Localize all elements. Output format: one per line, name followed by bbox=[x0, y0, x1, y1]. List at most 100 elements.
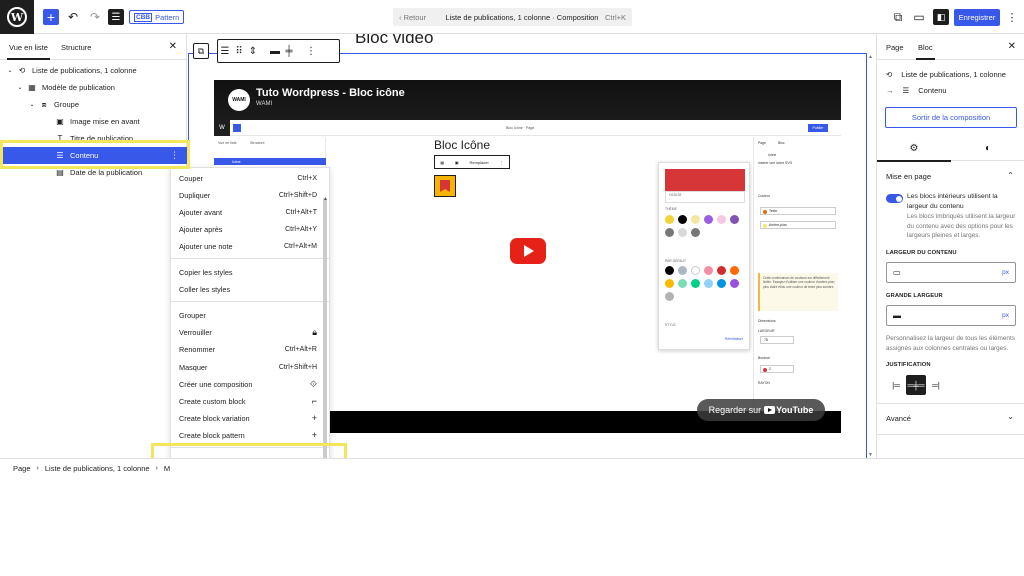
video-title[interactable]: Tuto Wordpress - Bloc icône bbox=[256, 87, 405, 99]
block-options-icon[interactable]: ⋮ bbox=[170, 150, 179, 161]
menu-item[interactable]: Ajouter avant Ctrl+Alt+T bbox=[179, 205, 317, 219]
play-button-icon[interactable] bbox=[510, 238, 546, 264]
menu-item[interactable]: Coller les styles bbox=[179, 283, 317, 297]
settings-sidebar-toggle[interactable]: ◧ bbox=[933, 9, 949, 25]
redo-icon[interactable]: ↷ bbox=[88, 9, 102, 25]
current-block: → ☰ Contenu bbox=[886, 86, 947, 95]
justify-left-icon[interactable]: |═ bbox=[886, 375, 906, 395]
tab-list-view[interactable]: Vue en liste bbox=[7, 43, 50, 60]
menu-item-label: Masquer bbox=[179, 362, 208, 372]
title-icon: T bbox=[57, 134, 63, 143]
inner-blocks-width-toggle[interactable] bbox=[886, 194, 903, 203]
command-back-button[interactable]: ‹ Retour bbox=[399, 13, 439, 22]
tab-block[interactable]: Bloc bbox=[916, 43, 935, 60]
inner-picker-theme-label: THÈME bbox=[665, 207, 677, 211]
inner-align-icon: ▣ bbox=[454, 159, 459, 165]
view-external-icon[interactable]: ⧉ bbox=[892, 9, 904, 25]
menu-item[interactable]: Dupliquer Ctrl+Shift+D bbox=[179, 188, 317, 202]
pattern-badge[interactable]: CBB Pattern bbox=[129, 10, 185, 24]
tab-page[interactable]: Page bbox=[886, 43, 904, 52]
menu-item-label: Ajouter après bbox=[179, 224, 223, 234]
menu-item[interactable]: Masquer Ctrl+Shift+H bbox=[179, 360, 317, 374]
paragraph-icon[interactable]: ☰ bbox=[218, 46, 232, 57]
unit-select[interactable]: px bbox=[1002, 312, 1009, 319]
content-width-input[interactable]: ▭ px bbox=[886, 262, 1016, 283]
channel-avatar[interactable]: WAMI bbox=[228, 89, 250, 111]
chevron-down-icon[interactable]: ⌄ bbox=[16, 84, 24, 91]
wordpress-logo-button[interactable]: W bbox=[0, 0, 34, 34]
menu-item[interactable]: Couper Ctrl+X bbox=[179, 171, 317, 185]
align-icon[interactable]: ▬ bbox=[268, 46, 282, 57]
tree-item-post-date[interactable]: ▤ Date de la publication bbox=[0, 164, 187, 181]
more-options-icon[interactable]: ⋮ bbox=[1006, 9, 1018, 25]
styles-icon[interactable]: ◐ bbox=[951, 135, 1024, 161]
exit-pattern-button[interactable]: Sortir de la composition bbox=[885, 107, 1017, 128]
close-icon[interactable]: ✕ bbox=[169, 41, 177, 52]
block-toolbar: ☰ ⠿ ⇕ ▬ ╪ ⋮ bbox=[217, 39, 340, 63]
command-bar[interactable]: ‹ Retour Liste de publications, 1 colonn… bbox=[393, 8, 632, 26]
justify-right-icon[interactable]: ═| bbox=[926, 375, 946, 395]
command-shortcut: Ctrl+K bbox=[604, 12, 626, 22]
menu-item-label: Ajouter une note bbox=[179, 241, 233, 251]
chevron-down-icon[interactable]: ⌄ bbox=[28, 101, 36, 108]
device-preview-icon[interactable]: ▭ bbox=[913, 9, 925, 25]
lock-icon: 🔒︎ bbox=[312, 327, 317, 338]
menu-item[interactable]: Create block variation + bbox=[179, 411, 317, 425]
scroll-up-arrow[interactable]: ▲ bbox=[868, 54, 873, 60]
chevron-down-icon[interactable]: ⌄ bbox=[6, 67, 14, 74]
breadcrumb-item[interactable]: M bbox=[164, 464, 170, 473]
tree-item-post-title[interactable]: T Titre de publication bbox=[0, 130, 187, 147]
list-view-toggle-button[interactable]: ☰ bbox=[108, 9, 124, 25]
tree-item-content[interactable]: ☰ Contenu ⋮ bbox=[0, 147, 187, 164]
justify-center-icon[interactable]: ═╪═ bbox=[906, 375, 926, 395]
watch-on-youtube-button[interactable]: Regarder sur YouTube bbox=[697, 399, 825, 421]
menu-item[interactable]: Create block pattern + bbox=[179, 428, 317, 442]
tree-item-group[interactable]: ⌄ ⧈ Groupe bbox=[0, 96, 187, 113]
add-block-button[interactable]: + bbox=[43, 9, 59, 25]
menu-scrollbar[interactable] bbox=[323, 198, 327, 464]
inner-add-icon bbox=[233, 124, 241, 132]
move-up-down-icon[interactable]: ⇕ bbox=[246, 46, 260, 57]
breadcrumb-item[interactable]: Page bbox=[13, 464, 31, 473]
menu-item[interactable]: Renommer Ctrl+Alt+R bbox=[179, 343, 317, 357]
menu-item[interactable]: Verrouiller 🔒︎ bbox=[179, 326, 317, 340]
tree-item-query-loop[interactable]: ⌄ ⟲ Liste de publications, 1 colonne bbox=[0, 62, 187, 79]
chevron-up-icon[interactable]: ⌃ bbox=[1007, 171, 1014, 180]
menu-item[interactable]: Ajouter après Ctrl+Alt+Y bbox=[179, 222, 317, 236]
inner-width-input: 78 bbox=[760, 336, 794, 344]
inner-tab-list: Vue en liste bbox=[218, 141, 237, 145]
inner-selected-row: Icône bbox=[214, 158, 326, 165]
widths-help: Personnalisez la largeur de tous les élé… bbox=[886, 335, 1015, 352]
undo-icon[interactable]: ↶ bbox=[66, 9, 80, 25]
unit-select[interactable]: px bbox=[1002, 269, 1009, 276]
gear-icon[interactable]: ⚙ bbox=[877, 135, 951, 162]
drag-handle-icon[interactable]: ⠿ bbox=[232, 46, 246, 57]
menu-item[interactable]: Créer une composition ⟐ bbox=[179, 377, 317, 391]
settings-tabs: Page Bloc ✕ bbox=[877, 34, 1024, 60]
select-parent-icon[interactable]: ⧉ bbox=[193, 43, 209, 59]
layout-section-title[interactable]: Mise en page bbox=[886, 172, 931, 181]
video-channel[interactable]: WAMI bbox=[256, 101, 272, 107]
justify-icon[interactable]: ╪ bbox=[282, 46, 296, 57]
tree-item-label: Image mise en avant bbox=[70, 117, 140, 126]
chevron-down-icon[interactable]: ⌄ bbox=[1007, 412, 1014, 421]
menu-item-label: Grouper bbox=[179, 311, 206, 321]
wide-width-input[interactable]: ▬ px bbox=[886, 305, 1016, 326]
tab-structure[interactable]: Structure bbox=[61, 43, 91, 52]
close-icon[interactable]: ✕ bbox=[1008, 41, 1016, 52]
inner-border-input: 2 bbox=[760, 365, 794, 373]
menu-item[interactable]: Grouper bbox=[179, 309, 317, 323]
menu-item[interactable]: Create custom block ⌐ bbox=[179, 394, 317, 408]
parent-block-link[interactable]: ⟲ Liste de publications, 1 colonne bbox=[886, 70, 1006, 79]
advanced-section-title[interactable]: Avancé bbox=[886, 414, 911, 423]
save-button[interactable]: Enregistrer bbox=[954, 9, 1000, 26]
breadcrumb-item[interactable]: Liste de publications, 1 colonne bbox=[45, 464, 150, 473]
menu-item[interactable]: Copier les styles bbox=[179, 266, 317, 280]
scroll-up-arrow[interactable]: ▲ bbox=[323, 196, 328, 202]
tree-item-featured-image[interactable]: ▣ Image mise en avant bbox=[0, 113, 187, 130]
more-options-icon[interactable]: ⋮ bbox=[304, 46, 318, 57]
color-swatch bbox=[665, 228, 674, 237]
tree-item-post-template[interactable]: ⌄ ▦ Modèle de publication bbox=[0, 79, 187, 96]
menu-item[interactable]: Ajouter une note Ctrl+Alt+M bbox=[179, 239, 317, 253]
canvas-heading[interactable]: Bloc vidéo bbox=[355, 34, 433, 48]
